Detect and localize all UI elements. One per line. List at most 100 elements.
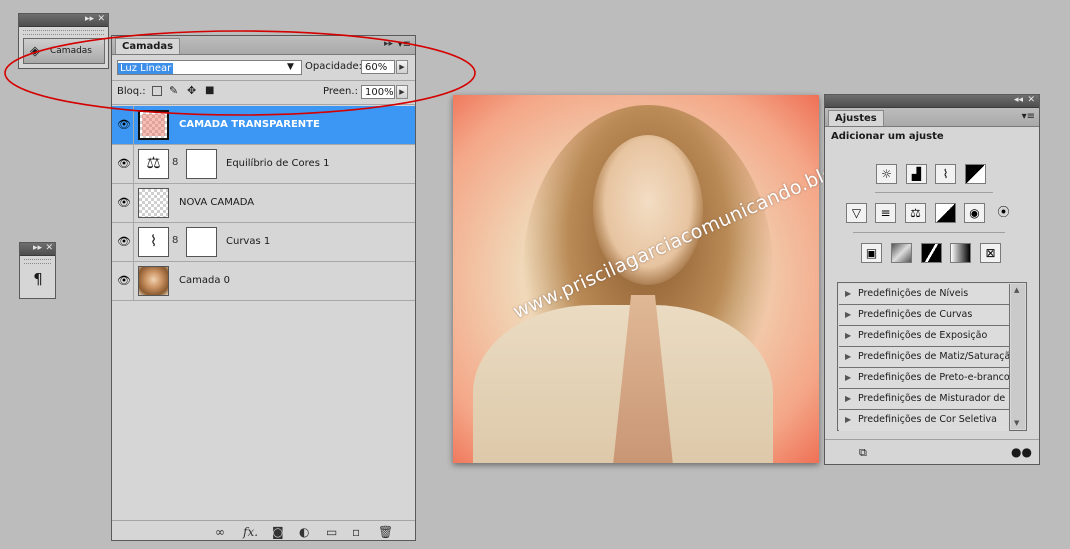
list-item[interactable]: ▶ Predefinições de Misturador de ... [839, 389, 1010, 410]
presets-list[interactable]: ▶ Predefinições de Níveis ▶ Predefinições … [837, 282, 1027, 431]
divider [825, 439, 1039, 440]
collapsed-panel-titlebar[interactable]: ▸▸ ✕ [19, 14, 108, 27]
lock-transparent-icon[interactable] [152, 86, 162, 96]
layer-mask-thumbnail[interactable] [186, 227, 217, 257]
fx-icon[interactable]: fx. [243, 525, 258, 539]
eye-icon[interactable]: 👁 [115, 223, 134, 261]
levels-icon[interactable]: ▟ [906, 164, 927, 184]
list-item[interactable]: ▶ Predefinições de Curvas [839, 305, 1010, 326]
opacity-input[interactable]: 60% [361, 60, 395, 74]
adjustments-titlebar[interactable]: ◂◂ ✕ [825, 95, 1039, 108]
clip-to-layer-icon[interactable]: ⧉ [859, 446, 867, 460]
expand-panel-icon[interactable]: ▸▸ [33, 243, 42, 254]
layer-name: Curvas 1 [226, 236, 271, 247]
layer-row[interactable]: 👁 ⌇ 8 Curvas 1 [112, 223, 415, 262]
list-item[interactable]: ▶ Predefinições de Exposição [839, 326, 1010, 347]
threshold-icon[interactable] [921, 243, 942, 263]
eye-icon[interactable]: 👁 [115, 106, 134, 144]
list-item[interactable]: ▶ Predefinições de Preto-e-branco [839, 368, 1010, 389]
layer-mask-thumbnail[interactable] [186, 149, 217, 179]
expand-panel-icon[interactable]: ▸▸ [85, 14, 94, 25]
eye-icon[interactable]: 👁 [115, 184, 134, 222]
paragraph-icon[interactable]: ¶ [30, 270, 46, 290]
layers-panel-button[interactable]: ◈ Camadas [23, 38, 105, 64]
close-icon[interactable]: ✕ [97, 14, 105, 25]
fill-input[interactable]: 100% [361, 85, 395, 99]
hue-saturation-icon[interactable]: ≡ [875, 203, 896, 223]
selective-color-icon[interactable]: ⊠ [980, 243, 1001, 263]
opacity-stepper[interactable]: ▶ [396, 60, 408, 74]
expand-triangle-icon: ▶ [845, 415, 852, 424]
divider [112, 520, 415, 521]
layer-row[interactable]: 👁 NOVA CAMADA [112, 184, 415, 223]
collapse-panel-icon[interactable]: ◂◂ [1014, 95, 1023, 106]
collapsed-layers-panel: ▸▸ ✕ ◈ Camadas [18, 13, 109, 69]
blend-mode-select[interactable]: Luz Linear [117, 60, 302, 75]
photo-filter-icon[interactable]: ◉ [964, 203, 985, 223]
trash-icon[interactable]: 🗑 [378, 525, 393, 539]
reset-icon[interactable]: ●● [1011, 445, 1032, 459]
scroll-down-icon[interactable]: ▼ [1014, 419, 1019, 427]
expand-triangle-icon: ▶ [845, 289, 852, 298]
color-balance-icon[interactable]: ⚖ [905, 203, 926, 223]
curves-icon: ⌇ [138, 227, 169, 257]
curves-icon[interactable]: ⌇ [935, 164, 956, 184]
new-layer-icon[interactable]: ▫ [352, 525, 360, 539]
adjustment-icon[interactable]: ◐ [299, 525, 309, 539]
preset-label: Predefinições de Curvas [858, 309, 973, 320]
lock-all-icon[interactable]: ■ [205, 85, 214, 97]
panel-menu-icon[interactable]: ▾≡ [398, 39, 411, 50]
close-icon[interactable]: ✕ [1027, 95, 1035, 106]
tab-ajustes[interactable]: Ajustes [828, 110, 884, 126]
posterize-icon[interactable] [891, 243, 912, 263]
lock-brush-icon[interactable]: ✎ [169, 85, 178, 97]
vibrance-icon[interactable]: ▽ [846, 203, 867, 223]
eye-icon[interactable]: 👁 [115, 262, 134, 300]
layer-name: NOVA CAMADA [179, 197, 255, 208]
brightness-contrast-icon[interactable]: ☼ [876, 164, 897, 184]
preset-label: Predefinições de Misturador de ... [858, 393, 1010, 404]
black-white-icon[interactable] [935, 203, 956, 223]
photo-canvas[interactable] [453, 95, 819, 463]
panel-menu-icon[interactable]: ▾≡ [1022, 111, 1035, 122]
paragraph-panel-titlebar[interactable]: ▸▸ ✕ [20, 243, 55, 256]
chevron-down-icon[interactable]: ▼ [287, 62, 294, 72]
list-item[interactable]: ▶ Predefinições de Cor Seletiva [839, 410, 1010, 431]
close-icon[interactable]: ✕ [45, 243, 53, 254]
layer-thumbnail [138, 188, 169, 218]
presets-scrollbar[interactable]: ▲ ▼ [1011, 284, 1025, 429]
invert-icon[interactable]: ▣ [861, 243, 882, 263]
collapse-panel-icon[interactable]: ▸▸ [384, 39, 393, 49]
layer-name: CAMADA TRANSPARENTE [179, 119, 320, 130]
layers-stack-icon: ◈ [30, 44, 40, 59]
layer-row[interactable]: 👁 CAMADA TRANSPARENTE [112, 106, 415, 145]
preset-label: Predefinições de Exposição [858, 330, 988, 341]
channel-mixer-icon[interactable]: ⦿ [993, 203, 1014, 223]
chain-link-icon[interactable]: 8 [172, 157, 178, 168]
blend-mode-value: Luz Linear [118, 63, 174, 74]
scroll-up-icon[interactable]: ▲ [1014, 286, 1019, 294]
lock-move-icon[interactable]: ✥ [187, 85, 196, 97]
chain-link-icon[interactable]: 8 [172, 235, 178, 246]
preset-label: Predefinições de Preto-e-branco [858, 372, 1010, 383]
list-item[interactable]: ▶ Predefinições de Níveis [839, 284, 1010, 305]
folder-icon[interactable]: ▭ [326, 525, 337, 539]
tab-camadas[interactable]: Camadas [115, 38, 181, 54]
layer-name: Equilíbrio de Cores 1 [226, 158, 330, 169]
gradient-map-icon[interactable] [950, 243, 971, 263]
layer-row[interactable]: 👁 Camada 0 [112, 262, 415, 301]
panel-grip[interactable] [24, 259, 51, 264]
link-icon[interactable]: ∞ [215, 525, 225, 539]
eye-icon[interactable]: 👁 [115, 145, 134, 183]
photo-thumbnail [138, 266, 169, 296]
panel-grip[interactable] [23, 30, 104, 35]
expand-triangle-icon: ▶ [845, 373, 852, 382]
fill-stepper[interactable]: ▶ [396, 85, 408, 99]
adjustments-panel: ◂◂ ✕ Ajustes ▾≡ Adicionar um ajuste ☼ ▟ … [824, 94, 1040, 465]
layers-panel-button-label: Camadas [50, 46, 92, 56]
mask-icon[interactable]: ◙ [272, 525, 284, 539]
exposure-icon[interactable] [965, 164, 986, 184]
layer-row[interactable]: 👁 ⚖ 8 Equilíbrio de Cores 1 [112, 145, 415, 184]
list-item[interactable]: ▶ Predefinições de Matiz/Saturação [839, 347, 1010, 368]
layers-panel: Camadas ▸▸ ▾≡ Luz Linear ▼ Opacidade: 60… [111, 35, 416, 541]
